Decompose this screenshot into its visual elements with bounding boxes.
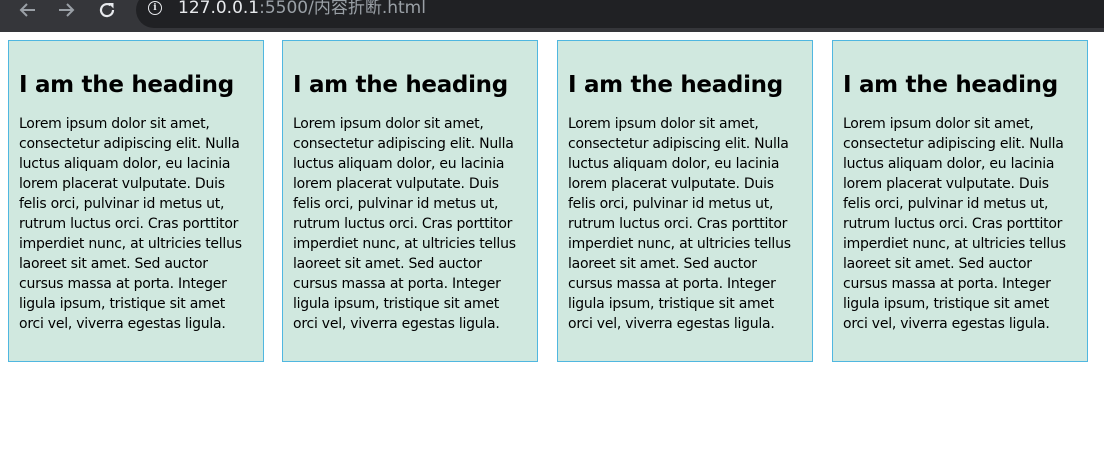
- info-icon[interactable]: i: [148, 1, 162, 15]
- browser-toolbar: i 127.0.0.1:5500/内容折断.html: [0, 0, 1104, 32]
- back-arrow-svg: [19, 3, 35, 17]
- forward-arrow-icon[interactable]: [55, 0, 79, 20]
- reload-svg: [99, 2, 115, 18]
- url-host: 127.0.0.1: [178, 0, 260, 18]
- content-box-3: I am the heading Lorem ipsum dolor sit a…: [557, 40, 813, 362]
- box-text: Lorem ipsum dolor sit amet, consectetur …: [843, 116, 1066, 332]
- url-text[interactable]: 127.0.0.1:5500/内容折断.html: [178, 0, 426, 19]
- box-heading: I am the heading: [568, 72, 783, 98]
- box-text: Lorem ipsum dolor sit amet, consectetur …: [568, 116, 791, 332]
- box-text: Lorem ipsum dolor sit amet, consectetur …: [19, 116, 242, 332]
- content-box-2: I am the heading Lorem ipsum dolor sit a…: [282, 40, 538, 362]
- url-path: :5500/内容折断.html: [259, 0, 426, 18]
- box-text: Lorem ipsum dolor sit amet, consectetur …: [293, 116, 516, 332]
- forward-arrow-svg: [59, 3, 75, 17]
- reload-icon[interactable]: [95, 0, 119, 20]
- back-arrow-icon[interactable]: [15, 0, 39, 20]
- content-box-1: I am the heading Lorem ipsum dolor sit a…: [8, 40, 264, 362]
- box-heading: I am the heading: [19, 72, 234, 98]
- box-heading: I am the heading: [293, 72, 508, 98]
- box-heading: I am the heading: [843, 72, 1058, 98]
- content-box-4: I am the heading Lorem ipsum dolor sit a…: [832, 40, 1088, 362]
